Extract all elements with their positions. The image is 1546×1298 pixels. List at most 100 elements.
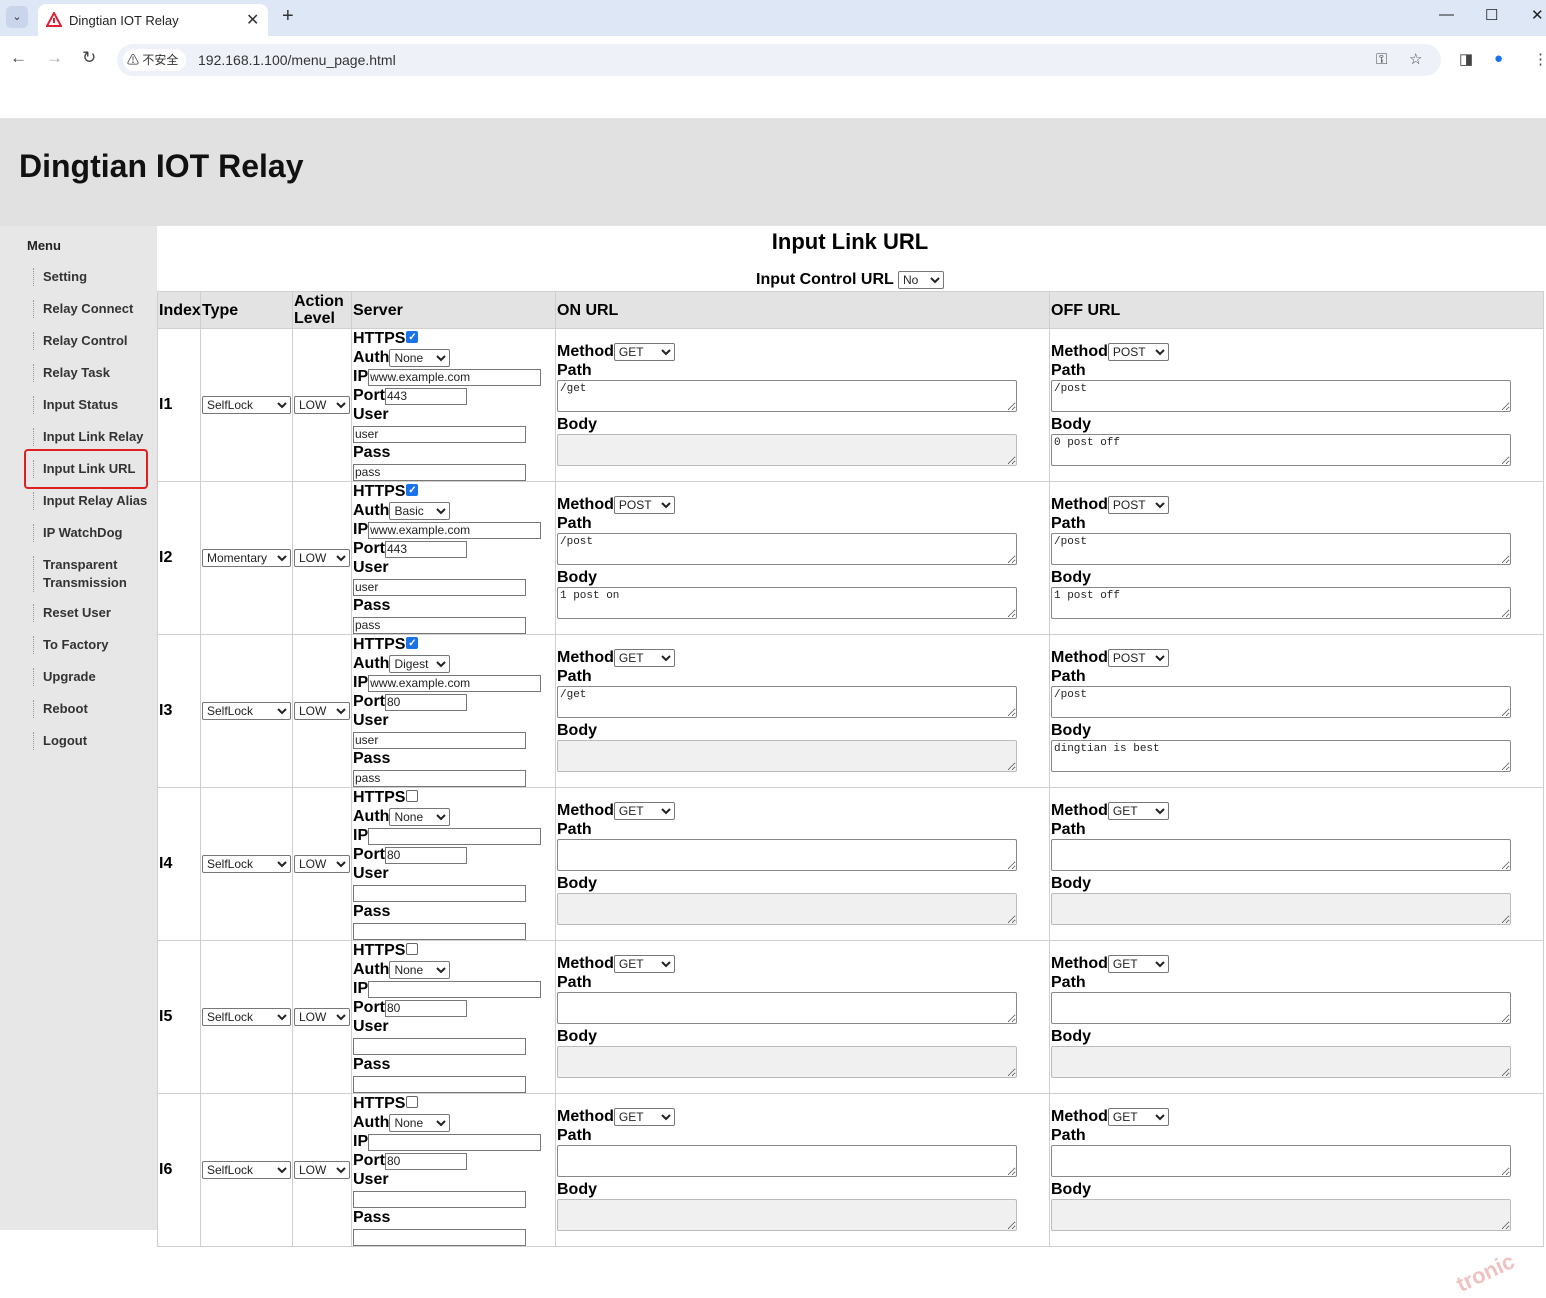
minimize-icon[interactable]: — — [1439, 6, 1454, 23]
pass-field[interactable] — [353, 463, 526, 481]
https-checkbox[interactable]: ✓ — [406, 330, 419, 343]
address-bar[interactable]: ⚠ 不安全 192.168.1.100/menu_page.html — [117, 44, 1441, 76]
on-method-select[interactable]: GET — [613, 801, 675, 820]
on-method-select[interactable]: POST — [613, 495, 675, 514]
off-body-field[interactable]: 0 post off — [1051, 433, 1511, 466]
https-checkbox[interactable] — [406, 789, 419, 802]
off-method-select[interactable]: GET — [1107, 954, 1169, 973]
tab-search-button[interactable]: ⌄ — [6, 6, 28, 28]
off-path-field[interactable] — [1051, 1144, 1511, 1177]
port-field[interactable] — [385, 999, 467, 1017]
type-select[interactable]: SelfLock — [202, 702, 291, 720]
input-control-url-select[interactable]: No — [897, 271, 944, 289]
action-level-select[interactable]: LOW — [294, 1161, 350, 1179]
tab-close-icon[interactable]: ✕ — [246, 10, 259, 30]
new-tab-icon[interactable]: + — [282, 5, 294, 28]
on-body-field[interactable] — [557, 892, 1017, 925]
pass-field[interactable] — [353, 922, 526, 940]
menu-item[interactable]: Relay Connect — [33, 300, 133, 318]
ip-field[interactable] — [368, 827, 542, 845]
on-body-field[interactable] — [557, 433, 1017, 466]
menu-item[interactable]: Input Relay Alias — [33, 492, 147, 510]
action-level-select[interactable]: LOW — [294, 702, 350, 720]
key-icon[interactable]: ⚿ — [1376, 51, 1387, 68]
action-level-select[interactable]: LOW — [294, 855, 350, 873]
pass-field[interactable] — [353, 616, 526, 634]
profile-icon[interactable]: ● — [1494, 50, 1503, 67]
ip-field[interactable] — [368, 1133, 542, 1151]
on-method-select[interactable]: GET — [613, 1107, 675, 1126]
menu-item[interactable]: Relay Task — [33, 364, 110, 382]
off-method-select[interactable]: POST — [1107, 342, 1169, 361]
https-checkbox[interactable]: ✓ — [406, 483, 419, 496]
on-path-field[interactable]: /get — [557, 379, 1017, 412]
off-body-field[interactable]: 1 post off — [1051, 586, 1511, 619]
ip-field[interactable] — [368, 674, 542, 692]
port-field[interactable] — [385, 540, 467, 558]
action-level-select[interactable]: LOW — [294, 396, 350, 414]
off-body-field[interactable] — [1051, 892, 1511, 925]
user-field[interactable] — [353, 425, 526, 443]
https-checkbox[interactable] — [406, 942, 419, 955]
off-path-field[interactable]: /post — [1051, 532, 1511, 565]
maximize-icon[interactable]: ☐ — [1485, 6, 1498, 24]
type-select[interactable]: SelfLock — [202, 1008, 291, 1026]
type-select[interactable]: SelfLock — [202, 855, 291, 873]
off-body-field[interactable] — [1051, 1198, 1511, 1231]
menu-item[interactable]: Reset User — [33, 604, 111, 622]
menu-item[interactable]: Reboot — [33, 700, 88, 718]
off-path-field[interactable] — [1051, 838, 1511, 871]
auth-select[interactable]: None — [389, 808, 451, 826]
on-method-select[interactable]: GET — [613, 954, 675, 973]
pass-field[interactable] — [353, 1075, 526, 1093]
auth-select[interactable]: None — [389, 961, 451, 979]
on-path-field[interactable] — [557, 991, 1017, 1024]
on-path-field[interactable]: /get — [557, 685, 1017, 718]
ip-field[interactable] — [368, 980, 542, 998]
window-close-icon[interactable]: ✕ — [1531, 6, 1544, 24]
off-method-select[interactable]: GET — [1107, 801, 1169, 820]
on-body-field[interactable] — [557, 1198, 1017, 1231]
forward-arrow-icon[interactable]: → — [46, 48, 63, 68]
off-path-field[interactable]: /post — [1051, 379, 1511, 412]
reload-icon[interactable]: ↻ — [82, 48, 96, 68]
port-field[interactable] — [385, 1152, 467, 1170]
off-method-select[interactable]: POST — [1107, 648, 1169, 667]
type-select[interactable]: SelfLock — [202, 396, 291, 414]
menu-item[interactable]: IP WatchDog — [33, 524, 122, 542]
url-text[interactable]: 192.168.1.100/menu_page.html — [198, 52, 396, 68]
pass-field[interactable] — [353, 1228, 526, 1246]
menu-item[interactable]: Logout — [33, 732, 87, 750]
security-chip[interactable]: ⚠ 不安全 — [123, 49, 187, 71]
action-level-select[interactable]: LOW — [294, 549, 350, 567]
menu-item[interactable]: To Factory — [33, 636, 109, 654]
on-body-field[interactable]: 1 post on — [557, 586, 1017, 619]
on-path-field[interactable] — [557, 838, 1017, 871]
https-checkbox[interactable]: ✓ — [406, 636, 419, 649]
menu-item[interactable]: Setting — [33, 268, 87, 286]
type-select[interactable]: SelfLock — [202, 1161, 291, 1179]
on-path-field[interactable] — [557, 1144, 1017, 1177]
action-level-select[interactable]: LOW — [294, 1008, 350, 1026]
user-field[interactable] — [353, 1190, 526, 1208]
auth-select[interactable]: None — [389, 349, 451, 367]
pass-field[interactable] — [353, 769, 526, 787]
on-body-field[interactable] — [557, 1045, 1017, 1078]
menu-item[interactable]: Input Link Relay — [33, 428, 143, 446]
port-field[interactable] — [385, 693, 467, 711]
off-path-field[interactable] — [1051, 991, 1511, 1024]
off-path-field[interactable]: /post — [1051, 685, 1511, 718]
on-method-select[interactable]: GET — [613, 648, 675, 667]
menu-item[interactable]: Transparent Transmission — [33, 556, 151, 592]
auth-select[interactable]: None — [389, 1114, 451, 1132]
on-body-field[interactable] — [557, 739, 1017, 772]
port-field[interactable] — [385, 846, 467, 864]
user-field[interactable] — [353, 578, 526, 596]
on-path-field[interactable]: /post — [557, 532, 1017, 565]
menu-item[interactable]: Relay Control — [33, 332, 128, 350]
user-field[interactable] — [353, 731, 526, 749]
ip-field[interactable] — [368, 368, 542, 386]
on-method-select[interactable]: GET — [613, 342, 675, 361]
bookmark-star-icon[interactable]: ☆ — [1409, 50, 1422, 68]
auth-select[interactable]: Basic — [389, 502, 451, 520]
